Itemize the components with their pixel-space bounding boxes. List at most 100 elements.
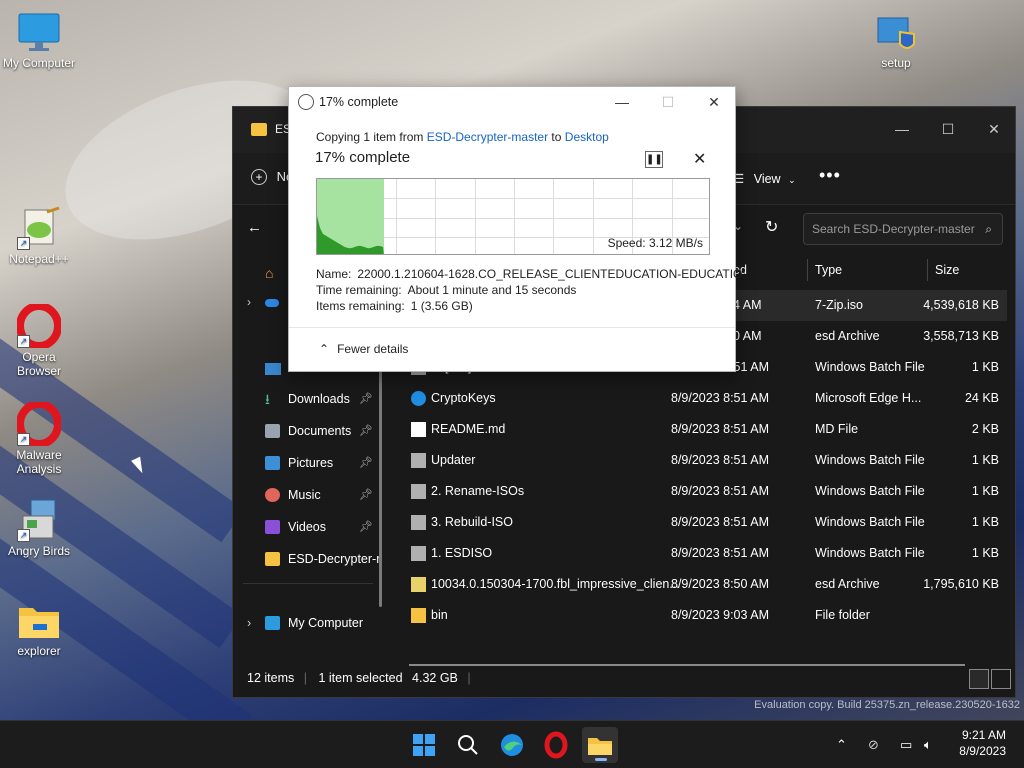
copy-progress-dialog: 17% complete — ☐ ✕ Copying 1 item from E… [288, 86, 752, 372]
column-header-size[interactable]: Size [935, 255, 959, 285]
expand-chevron-icon[interactable]: › [247, 295, 251, 309]
file-date: 8/9/2023 8:51 AM [671, 515, 769, 529]
desktop-icon-setup[interactable]: setup [857, 10, 935, 70]
batch-icon [411, 546, 426, 561]
table-row[interactable]: CryptoKeys 8/9/2023 8:51 AM Microsoft Edge… [391, 383, 1007, 414]
file-name: 10034.0.150304-1700.fbl_impressive_clien… [431, 577, 680, 591]
column-header-type[interactable]: Type [815, 255, 842, 285]
refresh-icon[interactable]: ↻ [765, 217, 778, 237]
cancel-copy-button[interactable]: ✕ [693, 149, 706, 169]
file-date: 8/9/2023 8:50 AM [671, 577, 769, 591]
home-icon[interactable]: ⌂ [265, 265, 273, 281]
source-link[interactable]: ESD-Decrypter-master [427, 130, 548, 144]
search-button[interactable] [450, 727, 486, 763]
table-row[interactable]: 2. Rename-ISOs 8/9/2023 8:51 AM Windows Ba… [391, 476, 1007, 507]
nav-divider [243, 583, 373, 584]
show-hidden-icons-chevron-icon[interactable]: ⌃ [836, 721, 847, 768]
nav-item-esd-decrypter[interactable]: ESD-Decrypter-r [233, 545, 383, 573]
file-size: 1,795,610 KB [923, 577, 999, 591]
file-date: 4 AM [733, 298, 762, 312]
close-button[interactable]: ✕ [971, 115, 1017, 143]
desktop-icon-malware-analysis[interactable]: ↗ Malware Analysis [0, 400, 78, 476]
file-name: 1. ESDISO [431, 546, 493, 560]
table-row[interactable]: 3. Rebuild-ISO 8/9/2023 8:51 AM Windows Ba… [391, 507, 1007, 538]
status-bar: 12 items | 1 item selected 4.32 GB | [233, 659, 1015, 697]
table-row[interactable]: README.md 8/9/2023 8:51 AM MD File 2 KB [391, 414, 1007, 445]
column-separator[interactable] [927, 259, 928, 281]
view-button[interactable]: ☰ View ⌄ [733, 171, 796, 186]
plus-icon: + [251, 169, 267, 185]
nav-item-music[interactable]: Music 📌︎ [233, 481, 383, 509]
copy-summary: Copying 1 item from ESD-Decrypter-master… [316, 130, 609, 144]
expand-chevron-icon[interactable]: › [247, 609, 251, 637]
batch-icon [411, 484, 426, 499]
network-disconnected-icon[interactable]: ⊘ [868, 721, 879, 768]
opera-button[interactable] [538, 727, 574, 763]
pin-icon[interactable]: 📌︎ [359, 417, 373, 445]
transfer-speed-graph: Speed: 3.12 MB/s [316, 178, 710, 255]
nav-item-documents[interactable]: Documents 📌︎ [233, 417, 383, 445]
shortcut-arrow-icon: ↗ [17, 529, 30, 542]
nav-item-pictures[interactable]: Pictures 📌︎ [233, 449, 383, 477]
new-button[interactable]: + Ne [251, 169, 293, 185]
start-button[interactable] [406, 727, 442, 763]
desktop-icon-opera[interactable]: ↗ Opera Browser [0, 302, 78, 378]
dialog-footer: ⌃ Fewer details [289, 327, 735, 371]
volume-icon[interactable]: 🔈︎ [924, 721, 932, 768]
music-icon [265, 488, 280, 502]
nav-item-downloads[interactable]: ⭳ Downloads 📌︎ [233, 385, 383, 413]
nav-item-videos[interactable]: Videos 📌︎ [233, 513, 383, 541]
file-explorer-button[interactable] [582, 727, 618, 763]
table-row[interactable]: 1. ESDISO 8/9/2023 8:51 AM Windows Batch F… [391, 538, 1007, 569]
dialog-titlebar[interactable]: 17% complete — ☐ ✕ [289, 87, 735, 117]
file-date: 8/9/2023 8:51 AM [671, 546, 769, 560]
column-separator[interactable] [807, 259, 808, 281]
speed-area [317, 216, 384, 254]
minimize-button[interactable]: — [599, 87, 645, 117]
file-date: 8/9/2023 8:51 AM [671, 453, 769, 467]
pause-button[interactable]: ❚❚ [645, 151, 663, 168]
tiles-view-button[interactable] [991, 669, 1011, 689]
table-row[interactable]: bin 8/9/2023 9:03 AM File folder [391, 600, 1007, 631]
file-name: Updater [431, 453, 476, 467]
desktop-icon-angry-birds[interactable]: ↗ Angry Birds [0, 498, 78, 558]
archive-icon [411, 577, 426, 592]
file-type: Windows Batch File [815, 484, 925, 498]
monitor-icon [17, 10, 61, 54]
fewer-details-button[interactable]: ⌃ Fewer details [319, 342, 408, 356]
maximize-button[interactable]: ☐ [925, 115, 971, 143]
batch-icon [411, 515, 426, 530]
pin-icon[interactable]: 📌︎ [359, 481, 373, 509]
minimize-button[interactable]: — [879, 115, 925, 143]
chevron-down-icon: ⌄ [788, 175, 796, 185]
table-row[interactable]: 10034.0.150304-1700.fbl_impressive_clien… [391, 569, 1007, 600]
destination-link[interactable]: Desktop [565, 130, 609, 144]
edge-button[interactable] [494, 727, 530, 763]
opera-icon [544, 731, 568, 759]
file-size: 3,558,713 KB [923, 329, 999, 343]
pin-icon[interactable]: 📌︎ [359, 513, 373, 541]
nav-item-my-computer[interactable]: › My Computer [233, 609, 383, 637]
opera-icon: ↗ [16, 400, 62, 448]
download-icon: ⭳ [265, 391, 270, 407]
desktop-icon-my-computer[interactable]: My Computer [0, 10, 78, 70]
details-view-button[interactable] [969, 669, 989, 689]
pin-icon[interactable]: 📌︎ [359, 385, 373, 413]
desktop-icon-notepadpp[interactable]: ↗ Notepad++ [0, 206, 78, 266]
pin-icon[interactable]: 📌︎ [359, 449, 373, 477]
close-button[interactable]: ✕ [691, 87, 737, 117]
selected-count: 1 item selected [318, 671, 403, 685]
display-icon[interactable]: ▭ [900, 721, 912, 768]
file-date: 8/9/2023 9:03 AM [671, 608, 769, 622]
file-type: Windows Batch File [815, 515, 925, 529]
back-arrow-icon[interactable]: ← [247, 219, 262, 236]
search-input[interactable]: Search ESD-Decrypter-master ⌕ [803, 213, 1003, 245]
info-time-remaining: Time remaining: About 1 minute and 15 sec… [316, 283, 577, 297]
file-type: Microsoft Edge H... [815, 391, 922, 405]
table-row[interactable]: Updater 8/9/2023 8:51 AM Windows Batch Fil… [391, 445, 1007, 476]
file-type: Windows Batch File [815, 546, 925, 560]
desktop-icon-explorer[interactable]: explorer [0, 598, 78, 658]
more-options-button[interactable]: ••• [819, 165, 841, 186]
folder-icon [17, 598, 61, 642]
clock[interactable]: 9:21 AM 8/9/2023 [959, 727, 1006, 759]
